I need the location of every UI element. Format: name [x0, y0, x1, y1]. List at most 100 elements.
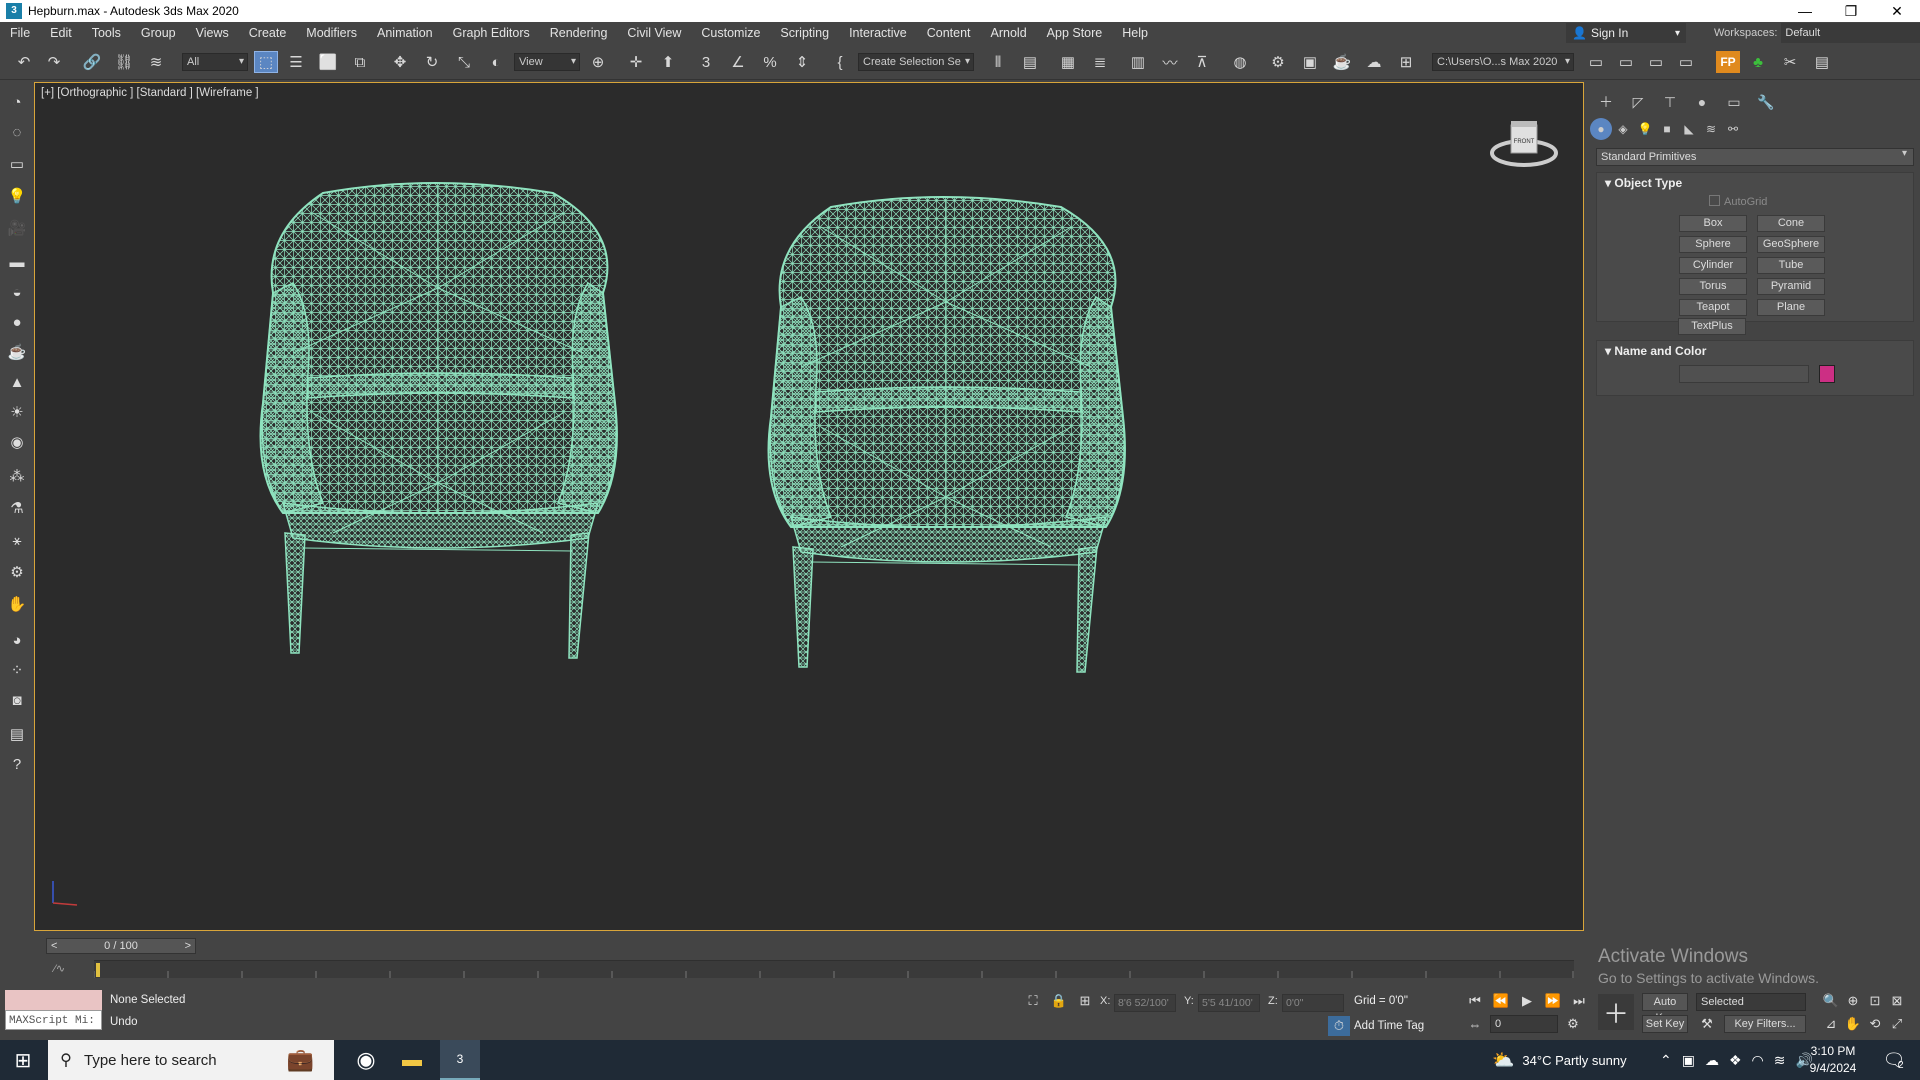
link-icon[interactable]: 🔗: [80, 51, 104, 73]
menu-file[interactable]: File: [0, 22, 40, 44]
tools-icon[interactable]: ✂: [1778, 51, 1802, 73]
sun-icon[interactable]: ☀: [5, 400, 29, 424]
menu-graph-editors[interactable]: Graph Editors: [443, 22, 540, 44]
add-time-tag[interactable]: Add Time Tag: [1354, 1020, 1424, 1032]
set-key-mode-icon[interactable]: ＋: [1598, 994, 1634, 1030]
railclone-tree-icon[interactable]: ♣: [1746, 51, 1770, 73]
isolate-selection-icon[interactable]: ⛶: [1022, 991, 1044, 1011]
pyramid-primitive-icon[interactable]: ▲: [5, 370, 29, 394]
x-coordinate-field[interactable]: 8'6 52/100': [1114, 994, 1176, 1012]
file-explorer-icon[interactable]: ▬: [392, 1040, 432, 1080]
cylinder-button[interactable]: Cylinder: [1679, 257, 1747, 274]
current-frame-field[interactable]: 0: [1490, 1015, 1558, 1033]
paint-select-icon[interactable]: ▭: [5, 152, 29, 176]
modify-tab-icon[interactable]: ◸: [1622, 90, 1654, 114]
object-name-field[interactable]: [1679, 365, 1809, 383]
mirror-icon[interactable]: ⫴: [986, 51, 1010, 73]
play-icon[interactable]: ▶: [1516, 991, 1538, 1011]
shapes-icon[interactable]: ◈: [1612, 118, 1634, 140]
select-manipulate-icon[interactable]: ✛: [624, 51, 648, 73]
y-coordinate-field[interactable]: 5'5 41/100': [1198, 994, 1260, 1012]
space-warps-icon[interactable]: ≋: [1700, 118, 1722, 140]
menu-animation[interactable]: Animation: [367, 22, 443, 44]
network-icon[interactable]: ◠: [1752, 1052, 1764, 1069]
cone-button[interactable]: Cone: [1757, 215, 1825, 232]
viewcube[interactable]: FRONT: [1489, 113, 1559, 173]
material-editor-icon[interactable]: ◍: [1228, 51, 1252, 73]
render-production-icon[interactable]: ☕: [1330, 51, 1354, 73]
edit-named-selection-icon[interactable]: {: [828, 51, 852, 73]
maxscript-input[interactable]: MAXScript Mi:: [5, 1010, 102, 1030]
zoom-all-icon[interactable]: ⊕: [1842, 991, 1864, 1011]
pyramid-button[interactable]: Pyramid: [1757, 278, 1825, 295]
motion-tab-icon[interactable]: ●: [1686, 90, 1718, 114]
taskbar-search[interactable]: ⚲ Type here to search 💼: [48, 1040, 334, 1080]
align-icon[interactable]: ▤: [1018, 51, 1042, 73]
spreadsheet-icon[interactable]: ▤: [1810, 51, 1834, 73]
rotate-icon[interactable]: ↻: [420, 51, 444, 73]
teapot-button[interactable]: Teapot: [1679, 299, 1747, 316]
pan-view-icon[interactable]: ✋: [1842, 1014, 1864, 1034]
key-filter-icon[interactable]: ⚒: [1696, 1014, 1718, 1034]
3dsmax-taskbar-icon[interactable]: 3: [440, 1040, 480, 1080]
toggle-layer-explorer-icon[interactable]: ≣: [1088, 51, 1112, 73]
camera-icon[interactable]: 🎥: [5, 216, 29, 240]
menu-scripting[interactable]: Scripting: [770, 22, 839, 44]
restore-icon[interactable]: ❐: [1828, 0, 1874, 22]
menu-help[interactable]: Help: [1112, 22, 1158, 44]
current-frame-marker[interactable]: [96, 963, 100, 977]
menu-customize[interactable]: Customize: [691, 22, 770, 44]
plane-primitive-icon[interactable]: ▬: [5, 250, 29, 274]
name-and-color-header[interactable]: ▾ Name and Color: [1597, 341, 1913, 361]
menu-app-store[interactable]: App Store: [1037, 22, 1113, 44]
briefcase-icon[interactable]: 💼: [287, 1047, 314, 1073]
workspaces-dropdown[interactable]: Default: [1781, 23, 1920, 43]
minimize-icon[interactable]: —: [1782, 0, 1828, 22]
render-icon[interactable]: ◙: [5, 688, 29, 712]
material-balls-icon[interactable]: ⁘: [5, 658, 29, 682]
cloth-icon[interactable]: ⚙: [5, 560, 29, 584]
render-setup-icon[interactable]: ⚙: [1266, 51, 1290, 73]
physics-icon[interactable]: ⚗: [5, 496, 29, 520]
dropbox-icon[interactable]: ❖: [1729, 1052, 1742, 1069]
time-configuration-icon[interactable]: ⚙: [1562, 1014, 1584, 1034]
rectangular-selection-icon[interactable]: ⬜: [316, 51, 340, 73]
menu-civil-view[interactable]: Civil View: [617, 22, 691, 44]
key-selection-dropdown[interactable]: Selected: [1696, 993, 1806, 1011]
maxscript-listener[interactable]: MAXScript Mi:: [5, 990, 102, 1032]
time-slider-next[interactable]: >: [185, 939, 191, 953]
maxscript-output[interactable]: [5, 990, 102, 1010]
key-mode-toggle-icon[interactable]: ⇔: [1464, 1014, 1486, 1034]
autogrid-checkbox[interactable]: AutoGrid: [1709, 195, 1767, 208]
container-save-icon[interactable]: ▭: [1674, 51, 1698, 73]
place-icon[interactable]: ◐: [484, 51, 508, 73]
systems-icon[interactable]: ⚯: [1722, 118, 1744, 140]
previous-frame-icon[interactable]: ⏪: [1490, 991, 1512, 1011]
unlink-icon[interactable]: ⛓: [112, 51, 136, 73]
file-manager-icon[interactable]: ▤: [5, 722, 29, 746]
helpers-icon[interactable]: ◣: [1678, 118, 1700, 140]
plane-button[interactable]: Plane: [1757, 299, 1825, 316]
sphere-button[interactable]: Sphere: [1679, 236, 1747, 253]
set-key-button[interactable]: Set Key: [1642, 1015, 1688, 1033]
wifi-icon[interactable]: ≋: [1774, 1052, 1786, 1069]
redo-icon[interactable]: ↷: [42, 51, 66, 73]
orbit-view-icon[interactable]: ⟲: [1864, 1014, 1886, 1034]
project-path-dropdown[interactable]: C:\Users\O...s Max 2020: [1432, 53, 1574, 71]
taskbar-clock[interactable]: 3:10 PM 9/4/2024: [1803, 1043, 1863, 1077]
angle-snap-icon[interactable]: ∠: [726, 51, 750, 73]
go-to-end-icon[interactable]: ⏭: [1568, 991, 1590, 1011]
chrome-icon[interactable]: ◉: [346, 1040, 386, 1080]
app-icon[interactable]: 3: [6, 3, 22, 19]
time-slider[interactable]: < 0 / 100 >: [46, 938, 196, 954]
menu-tools[interactable]: Tools: [82, 22, 131, 44]
object-color-swatch[interactable]: [1819, 365, 1835, 383]
pivot-center-icon[interactable]: ⊕: [586, 51, 610, 73]
textplus-button[interactable]: TextPlus: [1678, 318, 1746, 335]
a360-gallery-icon[interactable]: ⊞: [1394, 51, 1418, 73]
orbit-icon[interactable]: ◔: [5, 90, 29, 114]
render-in-cloud-icon[interactable]: ☁: [1362, 51, 1386, 73]
menu-views[interactable]: Views: [186, 22, 239, 44]
mini-curve-editor-icon[interactable]: ⁄∿: [54, 962, 65, 975]
menu-modifiers[interactable]: Modifiers: [296, 22, 367, 44]
